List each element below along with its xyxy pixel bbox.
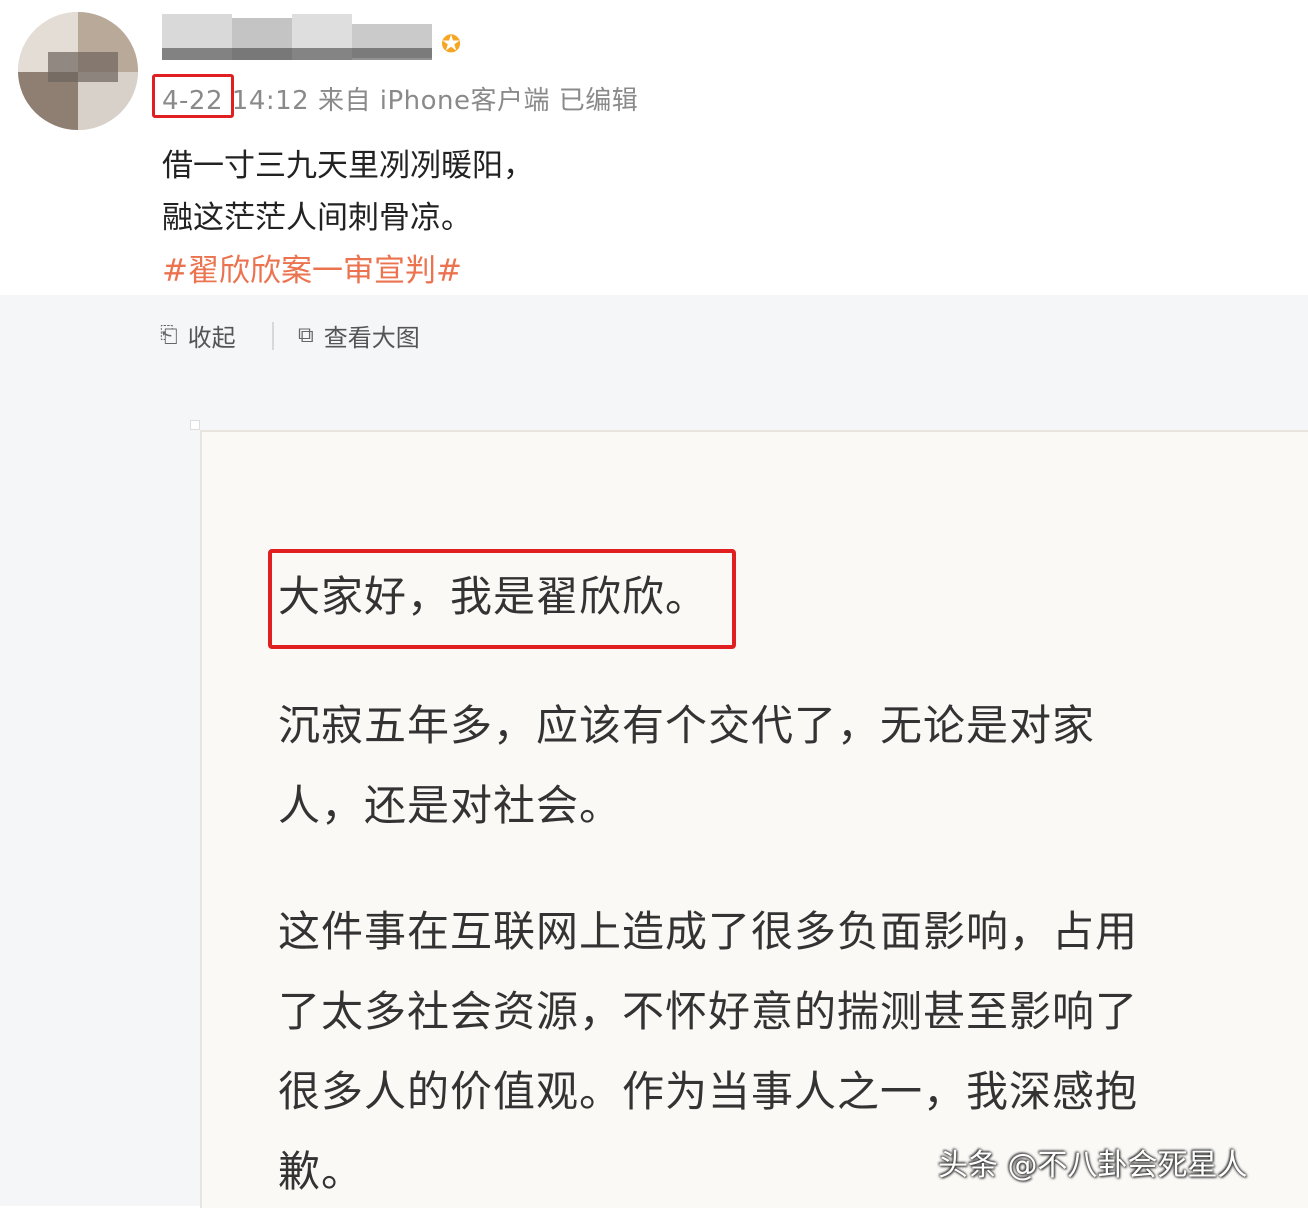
- view-large-button[interactable]: ⧉ 查看大图: [298, 318, 420, 353]
- letter-line-4: 了太多社会资源，不怀好意的揣测甚至影响了: [278, 987, 1139, 1036]
- post-time-source: 14:12 来自 iPhone客户端 已编辑: [231, 86, 639, 116]
- post-text-line-2: 融这茫茫人间刺骨凉。: [162, 200, 472, 236]
- date-highlight-box: [152, 74, 234, 118]
- letter-line-5: 很多人的价值观。作为当事人之一，我深感抱: [278, 1067, 1139, 1116]
- letter-line-1: 沉寂五年多，应该有个交代了，无论是对家: [278, 701, 1096, 750]
- letter-line-3: 这件事在互联网上造成了很多负面影响，占用: [278, 907, 1139, 956]
- greeting-highlight-box: [268, 549, 736, 649]
- letter-line-6: 歉。: [278, 1147, 365, 1196]
- zoom-image-icon: ⧉: [298, 323, 314, 348]
- verified-badge-icon: ✪: [440, 30, 462, 58]
- username-pixelated[interactable]: [162, 14, 432, 60]
- view-large-label: 查看大图: [323, 324, 420, 352]
- avatar[interactable]: [18, 12, 138, 130]
- post-text-line-1: 借一寸三九天里冽冽暖阳，: [162, 148, 534, 184]
- image-corner-mark: [190, 420, 200, 430]
- topic-link[interactable]: #翟欣欣案一审宣判#: [162, 245, 462, 290]
- collapse-icon: ⎗: [160, 323, 178, 348]
- collapse-label: 收起: [187, 324, 236, 352]
- action-divider: [272, 322, 274, 350]
- watermark: 头条 @不八卦会死星人: [938, 1148, 1248, 1183]
- letter-line-2: 人，还是对社会。: [278, 781, 623, 830]
- collapse-button[interactable]: ⎗ 收起: [160, 318, 236, 353]
